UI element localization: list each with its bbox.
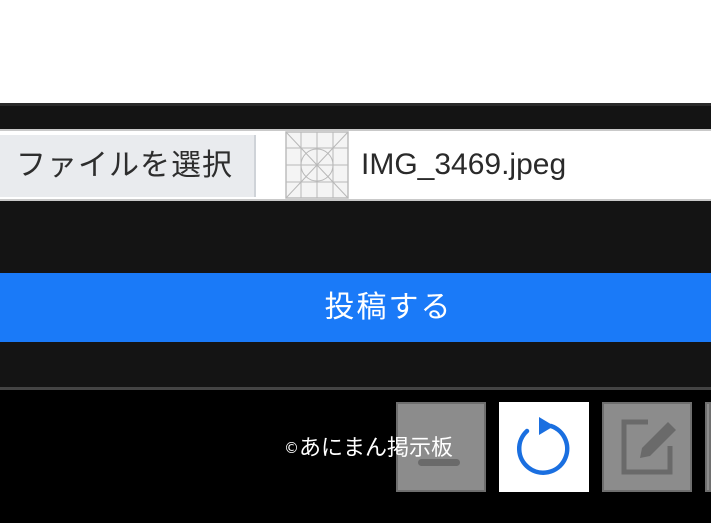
image-placeholder-icon (285, 131, 349, 199)
page: ファイルを選択 IMG_3469.jpeg 投稿する ©あにまん掲示板 (0, 0, 711, 523)
footer-copyright: ©あにまん掲示板 (284, 428, 453, 469)
reload-button[interactable] (499, 402, 589, 492)
panel-edge (0, 103, 711, 106)
submit-post-button[interactable]: 投稿する (0, 273, 711, 342)
copyright-symbol: © (284, 439, 299, 457)
edit-button[interactable] (602, 402, 692, 492)
file-input[interactable]: ファイルを選択 IMG_3469.jpeg (0, 129, 711, 201)
reload-icon (516, 417, 570, 475)
toolbar-button-partial[interactable] (705, 402, 711, 492)
site-name: あにまん掲示板 (299, 436, 454, 461)
content-area (0, 0, 711, 103)
choose-file-button[interactable]: ファイルを選択 (0, 135, 256, 197)
edit-icon (621, 419, 676, 475)
selected-file-name: IMG_3469.jpeg (361, 148, 567, 181)
